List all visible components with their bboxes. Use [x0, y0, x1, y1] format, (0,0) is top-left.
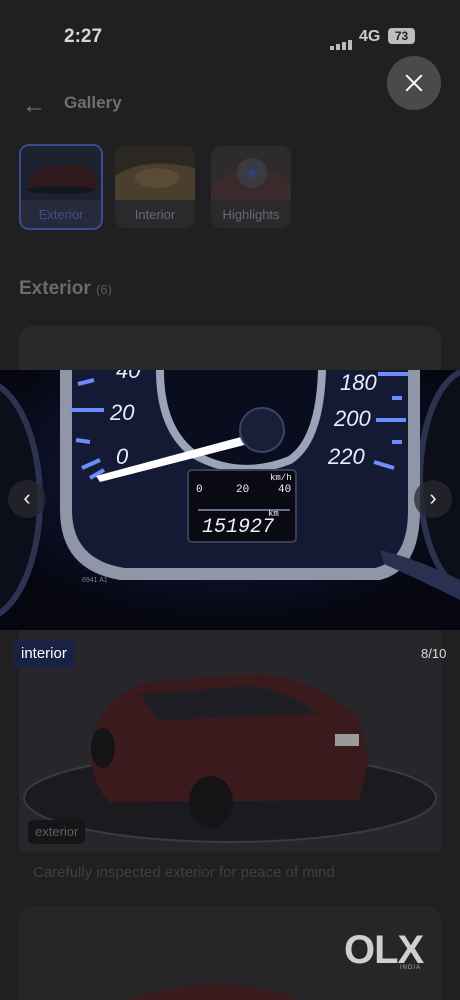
- gallery-photo[interactable]: 40 20 0 180 200 220 0 20 40 km/h km 1519…: [0, 370, 460, 630]
- gauge-label: 20: [109, 400, 135, 425]
- dashboard-code: 6941 A1: [82, 577, 108, 584]
- trip-right: 40: [278, 484, 291, 496]
- section-count: (6): [96, 282, 112, 297]
- exterior-tag: exterior: [28, 820, 86, 844]
- gauge-label: 200: [333, 406, 371, 431]
- gauge-label: 0: [116, 444, 129, 469]
- odometer-reading: 151927: [202, 516, 274, 539]
- battery-icon: 73: [388, 28, 415, 44]
- gauge-label: 40: [116, 370, 141, 383]
- speed-unit: km/h: [270, 473, 292, 483]
- trip-mid: 20: [236, 484, 249, 496]
- back-arrow-icon[interactable]: ←: [22, 92, 46, 120]
- photo-counter: 8/10: [421, 646, 447, 661]
- section-title: Exterior (6): [19, 278, 112, 299]
- car-rear-image: [19, 630, 441, 852]
- tab-interior[interactable]: Interior: [115, 146, 195, 228]
- tab-highlights[interactable]: ★ Highlights: [211, 146, 291, 228]
- chevron-right-icon: ›: [429, 485, 437, 510]
- exterior-thumbnail: [21, 146, 101, 200]
- gauge-label: 180: [340, 370, 377, 395]
- speedometer-image: 40 20 0 180 200 220 0 20 40 km/h km 1519…: [0, 370, 460, 630]
- network-type: 4G: [359, 28, 381, 45]
- next-photo-button[interactable]: ›: [414, 480, 452, 518]
- chevron-left-icon: ‹: [23, 485, 31, 510]
- category-tag: interior: [13, 640, 75, 668]
- tab-exterior[interactable]: Exterior: [19, 144, 103, 230]
- page-title: Gallery: [64, 93, 122, 112]
- close-button[interactable]: [387, 56, 441, 110]
- tab-label: Exterior: [38, 207, 84, 222]
- photo-caption: Carefully inspected exterior for peace o…: [33, 864, 335, 881]
- exterior-photo-card[interactable]: [19, 630, 441, 852]
- status-bar: 2:27 4G 73: [0, 0, 460, 70]
- tab-label: Highlights: [222, 207, 280, 222]
- olx-logo-sub: INDIA: [400, 965, 422, 971]
- star-icon: ★: [237, 158, 267, 188]
- status-time: 2:27: [64, 26, 103, 47]
- trip-a: 0: [196, 484, 203, 496]
- gauge-label: 220: [327, 444, 365, 469]
- previous-photo-button[interactable]: ‹: [8, 480, 46, 518]
- interior-thumbnail: [115, 146, 195, 200]
- tab-label: Interior: [134, 207, 176, 222]
- signal-icon: [330, 32, 354, 50]
